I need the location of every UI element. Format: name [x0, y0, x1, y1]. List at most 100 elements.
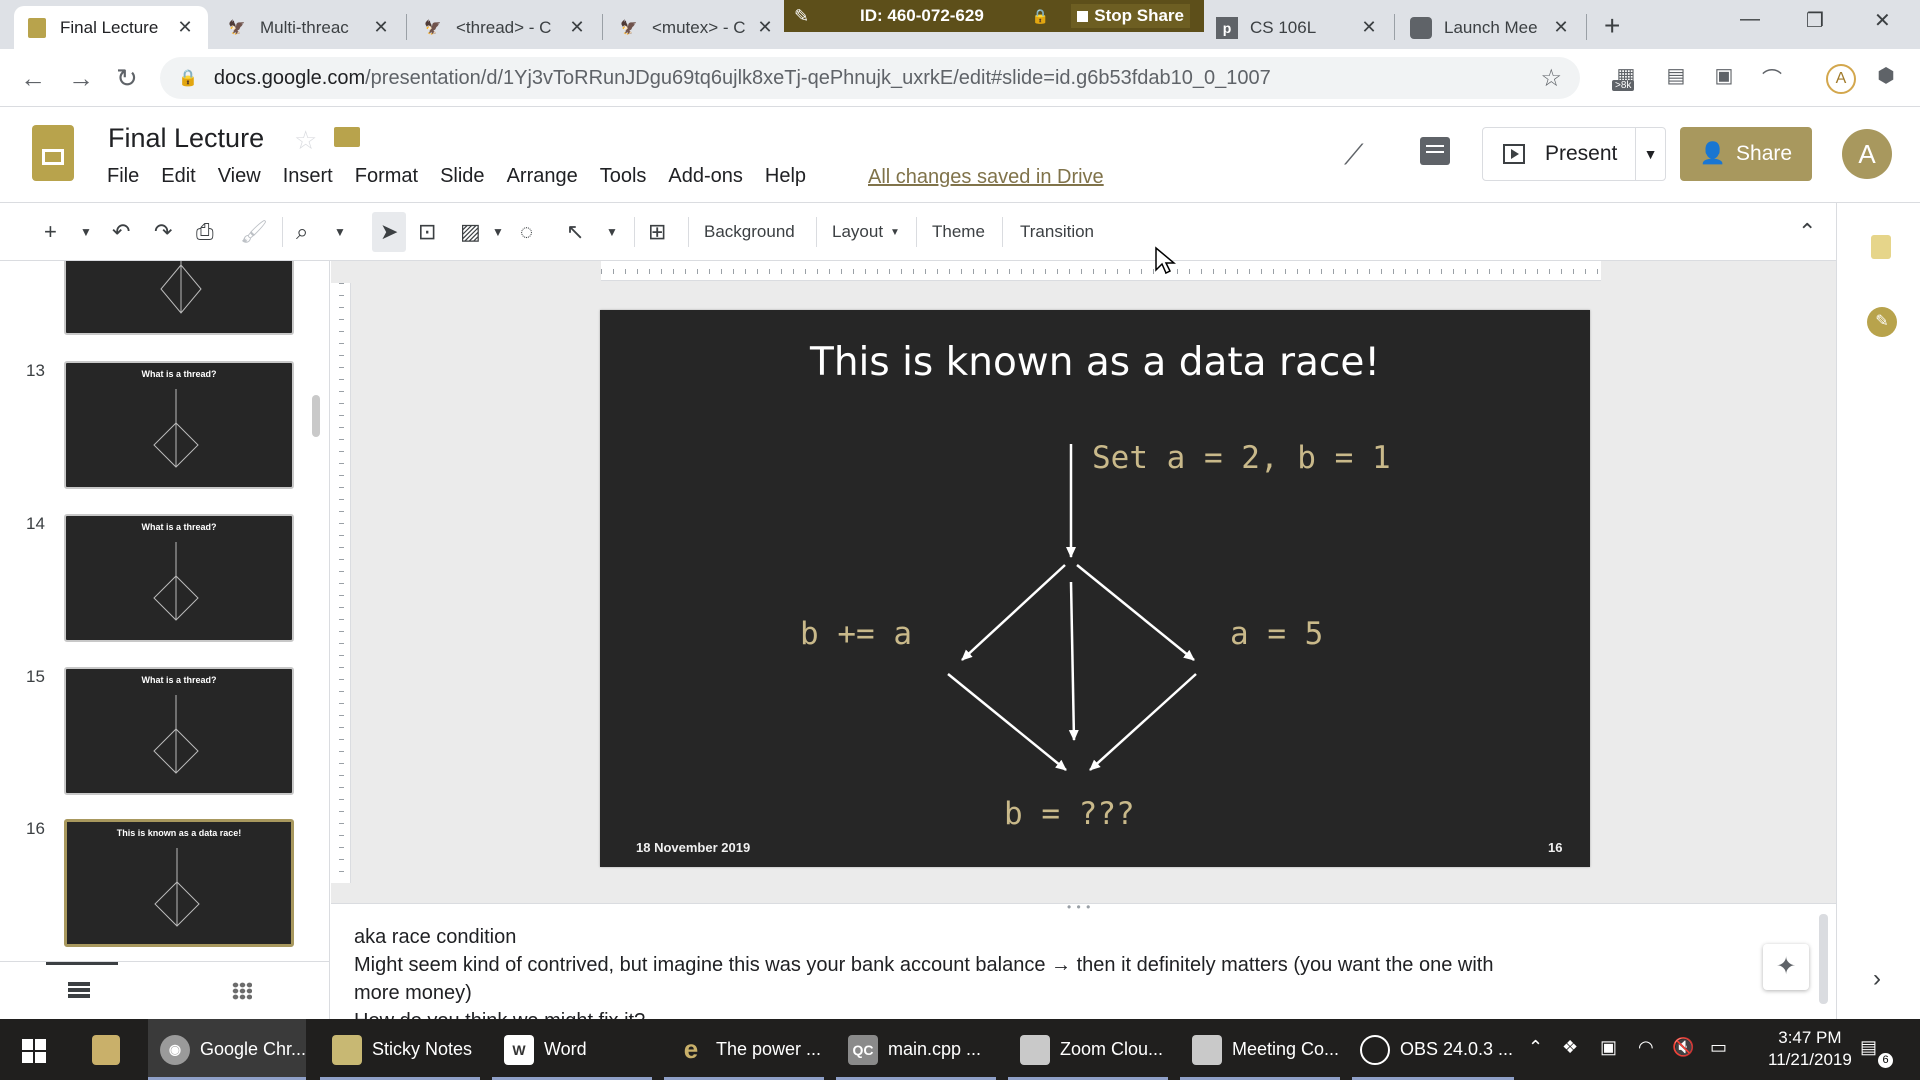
extension-icon[interactable]: ▤ [1662, 63, 1690, 91]
tab-mutex[interactable]: 🦅 <mutex> - C ✕ [606, 6, 788, 49]
star-icon[interactable]: ☆ [294, 125, 317, 156]
shape-icon[interactable]: ◌ [520, 219, 533, 245]
pencil-icon[interactable]: ✎ [1867, 307, 1897, 337]
activity-dashboard-icon[interactable]: ⟋ [1344, 139, 1364, 172]
taskbar-meeting-controls[interactable]: Meeting Co... [1180, 1019, 1340, 1080]
close-icon[interactable]: ✕ [1550, 17, 1572, 38]
taskbar-sticky-notes[interactable]: Sticky Notes [320, 1019, 480, 1080]
new-slide-icon[interactable]: + [44, 219, 57, 245]
save-status-link[interactable]: All changes saved in Drive [868, 166, 1104, 189]
show-hidden-icons-icon[interactable]: ⌃ [1528, 1037, 1543, 1058]
paint-format-icon[interactable]: 🖌 [240, 219, 268, 245]
zoom-icon[interactable]: ⌕ [296, 219, 308, 245]
share-button[interactable]: 👤 Share [1680, 127, 1812, 181]
taskbar-file-explorer[interactable] [92, 1019, 130, 1080]
notification-center-icon[interactable]: ▤ [1860, 1037, 1877, 1058]
chevron-down-icon[interactable]: ▼ [334, 225, 346, 239]
tab-launch-meeting[interactable]: Launch Mee ✕ [1398, 6, 1584, 49]
print-icon[interactable]: ⎙ [196, 219, 214, 245]
bookmark-star-icon[interactable]: ☆ [1540, 64, 1562, 93]
slide-thumbnail[interactable]: What is a thread? [64, 514, 294, 642]
menu-view[interactable]: View [218, 165, 261, 188]
line-icon[interactable]: ↖ [566, 219, 584, 245]
slide-thumbnail[interactable] [64, 261, 294, 335]
lock-icon[interactable]: 🔒 [178, 68, 198, 88]
right-thread-label[interactable]: a = 5 [1230, 616, 1323, 652]
chevron-down-icon[interactable]: ▼ [492, 225, 504, 239]
transition-button[interactable]: Transition [1020, 222, 1094, 242]
current-slide[interactable]: This is known as a data race! Set a = 2,… [600, 310, 1590, 867]
notes-scrollbar[interactable] [1819, 914, 1828, 1004]
chevron-right-icon[interactable]: › [1873, 965, 1881, 993]
redo-icon[interactable]: ↷ [154, 219, 172, 245]
slide-footer-number[interactable]: 16 [1548, 840, 1562, 855]
close-icon[interactable]: ✕ [174, 17, 196, 38]
minimize-icon[interactable]: — [1740, 8, 1760, 31]
volume-muted-icon[interactable]: 🔇 [1672, 1037, 1694, 1058]
battery-icon[interactable]: ▭ [1710, 1037, 1727, 1058]
extension-icon[interactable]: ⌒ [1758, 63, 1786, 91]
wifi-icon[interactable]: ◠ [1638, 1037, 1654, 1058]
menu-file[interactable]: File [107, 165, 139, 188]
stop-share-button[interactable]: Stop Share [1071, 4, 1190, 28]
filmstrip-scrollbar[interactable] [312, 395, 320, 437]
slide-thumbnail[interactable]: What is a thread? [64, 667, 294, 795]
chevron-down-icon[interactable]: ▼ [606, 225, 618, 239]
taskbar-word[interactable]: W Word [492, 1019, 652, 1080]
present-button[interactable]: Present ▼ [1482, 127, 1666, 181]
taskbar-edge[interactable]: e The power ... [664, 1019, 824, 1080]
extension-icon[interactable]: ▣ [1710, 63, 1738, 91]
url-bar[interactable]: 🔒 docs.google.com/presentation/d/1Yj3vTo… [160, 57, 1580, 99]
restore-icon[interactable]: ❐ [1806, 8, 1824, 33]
close-icon[interactable]: ✕ [1358, 17, 1380, 38]
display-icon[interactable]: ▣ [1600, 1037, 1617, 1058]
list-view-icon[interactable] [68, 982, 90, 998]
start-label[interactable]: Set a = 2, b = 1 [1092, 440, 1391, 476]
dropbox-icon[interactable]: ❖ [1562, 1037, 1578, 1058]
forward-icon[interactable]: → [68, 63, 94, 94]
select-cursor-icon[interactable]: ➤ [380, 219, 398, 245]
extension-icon[interactable]: ⬢ [1872, 63, 1900, 91]
menu-tools[interactable]: Tools [600, 165, 647, 188]
layout-button[interactable]: Layout [832, 222, 883, 242]
folder-icon[interactable] [334, 127, 360, 147]
menu-insert[interactable]: Insert [283, 165, 333, 188]
windows-start-icon[interactable] [22, 1039, 46, 1063]
reload-icon[interactable]: ↻ [116, 63, 138, 94]
background-button[interactable]: Background [704, 222, 795, 242]
chevron-down-icon[interactable]: ▼ [890, 227, 900, 238]
menu-format[interactable]: Format [355, 165, 418, 188]
back-icon[interactable]: ← [20, 63, 46, 94]
notes-resize-handle[interactable]: • • • [1067, 904, 1091, 914]
taskbar-obs[interactable]: OBS 24.0.3 ... [1352, 1019, 1514, 1080]
menu-slide[interactable]: Slide [440, 165, 484, 188]
collapse-toolbar-icon[interactable]: ⌃ [1798, 219, 1816, 245]
close-window-icon[interactable]: ✕ [1874, 8, 1891, 33]
text-box-icon[interactable]: ⊡ [418, 219, 436, 245]
menu-edit[interactable]: Edit [161, 165, 195, 188]
explore-icon[interactable]: ✦ [1763, 944, 1809, 990]
left-thread-label[interactable]: b += a [800, 616, 912, 652]
undo-icon[interactable]: ↶ [112, 219, 130, 245]
taskbar-chrome[interactable]: ◉ Google Chr... [148, 1019, 306, 1080]
account-avatar[interactable]: A [1842, 129, 1892, 179]
slide-footer-date[interactable]: 18 November 2019 [636, 840, 750, 855]
image-icon[interactable]: ▨ [460, 219, 481, 245]
menu-arrange[interactable]: Arrange [507, 165, 578, 188]
result-label[interactable]: b = ??? [1004, 796, 1135, 832]
pin-icon[interactable]: ✎ [794, 6, 809, 27]
chevron-down-icon[interactable]: ▼ [1635, 128, 1665, 180]
lock-icon[interactable]: 🔒 [1032, 8, 1049, 25]
tab-cs106l[interactable]: p CS 106L ✕ [1204, 6, 1392, 49]
chevron-down-icon[interactable]: ▼ [80, 225, 92, 239]
new-tab-button[interactable]: + [1604, 10, 1620, 42]
slides-logo-icon[interactable] [32, 125, 74, 181]
close-icon[interactable]: ✕ [370, 17, 392, 38]
browser-profile-avatar[interactable]: A [1826, 64, 1856, 94]
system-clock[interactable]: 3:47 PM 11/21/2019 [1768, 1027, 1852, 1071]
slide-thumbnail[interactable]: What is a thread? [64, 361, 294, 489]
close-icon[interactable]: ✕ [754, 17, 776, 38]
tab-multi-threading[interactable]: 🦅 Multi-threac ✕ [214, 6, 404, 49]
speaker-notes[interactable]: • • • aka race condition Might seem kind… [331, 903, 1836, 1019]
close-icon[interactable]: ✕ [566, 17, 588, 38]
